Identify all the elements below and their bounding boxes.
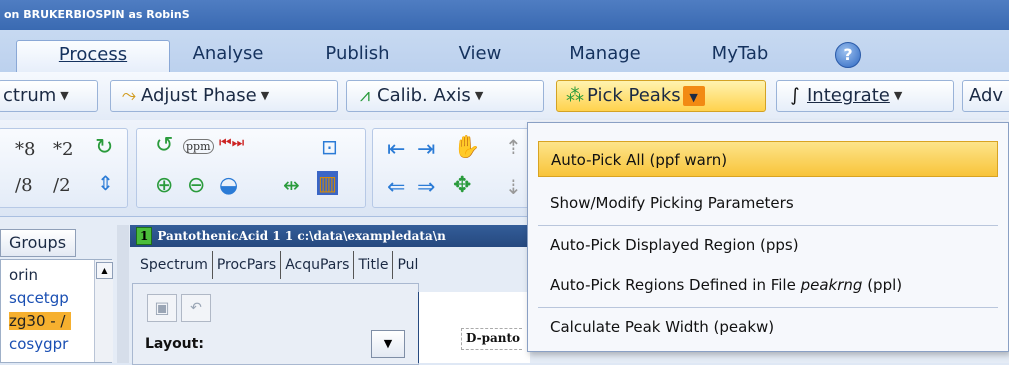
chevron-down-icon: ▼ <box>60 89 69 102</box>
zoom-reset-icon[interactable]: ◒ <box>219 173 238 198</box>
spectrum-button[interactable]: ctrum ▼ <box>0 80 98 112</box>
window-title: on BRUKERBIOSPIN as RobinS <box>4 8 190 21</box>
document-number: 1 <box>136 227 153 245</box>
menu-separator <box>538 307 998 308</box>
integrate-label: Integrate <box>807 85 890 106</box>
calib-axis-label: Calib. Axis <box>377 85 471 106</box>
menu-item-auto-pick-all[interactable]: Auto-Pick All (ppf warn) <box>538 141 998 177</box>
scale-down-8-button[interactable]: /8 <box>15 175 33 196</box>
list-item[interactable]: sqcetgp <box>9 289 69 307</box>
help-icon[interactable]: ? <box>835 42 861 68</box>
zoom-in-icon[interactable]: ⊕ <box>155 173 173 198</box>
document-subtabs: Spectrum ProcPars AcquPars Title Pul <box>136 251 422 281</box>
pick-peaks-icon: ⁂ <box>566 85 584 106</box>
menu-item-calculate-peak-width[interactable]: Calculate Peak Width (peakw) <box>538 309 998 345</box>
chevron-down-icon: ▼ <box>893 89 903 102</box>
zoom-hand-icon[interactable]: ↺ <box>155 133 173 158</box>
tab-pulseprog[interactable]: Pul <box>393 251 422 279</box>
step-icon[interactable]: ⏮⏭ <box>219 135 244 151</box>
tab-view[interactable]: View <box>440 40 520 72</box>
layout-label: Layout: <box>145 336 204 352</box>
tab-publish[interactable]: Publish <box>300 40 415 72</box>
data-browser: orin sqcetgp zg30 - / cosygpr ▲ <box>0 259 113 363</box>
scroll-up-icon[interactable]: ▲ <box>96 262 113 279</box>
scale-down-2-button[interactable]: /2 <box>53 175 71 196</box>
shift-right-icon[interactable]: ⇒ <box>417 175 435 200</box>
window-title-bar: on BRUKERBIOSPIN as RobinS <box>0 0 1009 30</box>
fit-window-icon[interactable]: ⊡ <box>321 135 338 159</box>
menu-item-text: Auto-Pick Regions Defined in File <box>550 276 801 294</box>
scale-up-8-button[interactable]: *8 <box>15 139 35 160</box>
menu-item-auto-pick-regions-file[interactable]: Auto-Pick Regions Defined in File peakrn… <box>538 267 998 303</box>
document-title: PantothenicAcid 1 1 c:\data\exampledata\… <box>157 229 446 243</box>
advanced-label: Adv <box>969 85 1004 106</box>
document-tab[interactable]: 1 PantothenicAcid 1 1 c:\data\exampledata… <box>130 225 530 247</box>
tab-manage[interactable]: Manage <box>555 40 655 72</box>
tab-acqupars[interactable]: AcquPars <box>281 251 355 279</box>
shift-up-icon[interactable]: ⇡ <box>505 135 522 159</box>
scale-tool-group: *8 *2 ↻ /8 /2 ⇕ <box>0 128 128 208</box>
fit-vertical-icon[interactable]: ⇕ <box>97 171 114 195</box>
ppm-button[interactable]: ppm <box>183 139 214 154</box>
shift-tool-group: ⇤ ⇥ ✋ ⇐ ⇒ ✥ ⇡ ⇣ <box>372 128 532 208</box>
advanced-button[interactable]: Adv <box>962 80 1009 112</box>
spectrum-plot[interactable]: D-panto <box>418 292 530 363</box>
menu-item-auto-pick-displayed[interactable]: Auto-Pick Displayed Region (pps) <box>538 227 998 263</box>
undo-icon[interactable]: ↶ <box>181 294 211 322</box>
calib-axis-button[interactable]: ⩘ Calib. Axis ▼ <box>346 80 544 112</box>
ribbon-tabs: Process Analyse Publish View Manage MyTa… <box>0 30 1009 73</box>
shift-left-edge-icon[interactable]: ⇤ <box>387 137 405 162</box>
panel-splitter[interactable] <box>117 225 129 363</box>
menu-item-text: (ppl) <box>862 276 903 294</box>
chevron-down-icon[interactable]: ▼ <box>682 86 705 106</box>
menu-item-filename: peakrng <box>800 276 863 294</box>
adjust-phase-label: Adjust Phase <box>141 85 257 106</box>
browser-scrollbar[interactable]: ▲ <box>94 260 113 362</box>
list-item[interactable]: orin <box>9 266 38 284</box>
tab-spectrum[interactable]: Spectrum <box>136 251 213 279</box>
tab-procpars[interactable]: ProcPars <box>213 251 282 279</box>
groups-tab[interactable]: Groups <box>0 229 76 257</box>
pick-peaks-label: Pick Peaks <box>587 85 681 106</box>
bar-chart-icon[interactable]: ▥ <box>317 171 338 195</box>
phase-icon: ⤳ <box>121 85 137 106</box>
chevron-down-icon: ▼ <box>260 89 270 102</box>
list-item[interactable]: zg30 - / <box>9 312 72 330</box>
expand-icon[interactable]: ⇹ <box>283 173 300 197</box>
shift-down-icon[interactable]: ⇣ <box>505 175 522 199</box>
plot-title: D-panto <box>461 328 523 350</box>
tab-mytab[interactable]: MyTab <box>695 40 785 72</box>
zoom-tool-group: ↺ ppm ⏮⏭ ⊡ ⊕ ⊖ ◒ ⇹ ▥ <box>136 128 366 208</box>
shift-left-icon[interactable]: ⇐ <box>387 175 405 200</box>
spectrum-button-label: ctrum <box>3 85 57 106</box>
tab-analyse[interactable]: Analyse <box>178 40 278 72</box>
shift-right-edge-icon[interactable]: ⇥ <box>417 137 435 162</box>
save-icon[interactable]: ▣ <box>147 294 177 322</box>
zoom-out-icon[interactable]: ⊖ <box>187 173 205 198</box>
chevron-down-icon: ▼ <box>383 337 393 350</box>
pan-hand-icon[interactable]: ✋ <box>453 135 480 160</box>
chevron-down-icon: ▼ <box>474 89 484 102</box>
tab-title[interactable]: Title <box>354 251 394 279</box>
layout-dropdown[interactable]: ▼ <box>371 330 405 358</box>
tab-process[interactable]: Process <box>16 40 170 73</box>
pick-peaks-menu: Auto-Pick All (ppf warn) Show/Modify Pic… <box>527 122 1009 352</box>
calibrate-icon: ⩘ <box>359 85 371 106</box>
ribbon-toolbar: ctrum ▼ ⤳ Adjust Phase ▼ ⩘ Calib. Axis ▼ ⁂ Pic… <box>0 72 1009 121</box>
scale-up-2-button[interactable]: *2 <box>53 139 73 160</box>
menu-item-show-modify-parameters[interactable]: Show/Modify Picking Parameters <box>538 185 998 221</box>
pick-peaks-button[interactable]: ⁂ Pick Peaks ▼ <box>556 80 766 112</box>
rotate-hand-icon[interactable]: ↻ <box>95 135 113 160</box>
integral-icon: ∫ <box>790 85 800 106</box>
integrate-button[interactable]: ∫ Integrate ▼ <box>776 80 954 112</box>
spectrum-options-panel: ▣ ↶ Layout: ▼ <box>132 283 419 365</box>
menu-separator <box>538 225 998 226</box>
list-item[interactable]: cosygpr <box>9 335 68 353</box>
adjust-phase-button[interactable]: ⤳ Adjust Phase ▼ <box>110 80 338 112</box>
move-icon[interactable]: ✥ <box>453 173 471 198</box>
